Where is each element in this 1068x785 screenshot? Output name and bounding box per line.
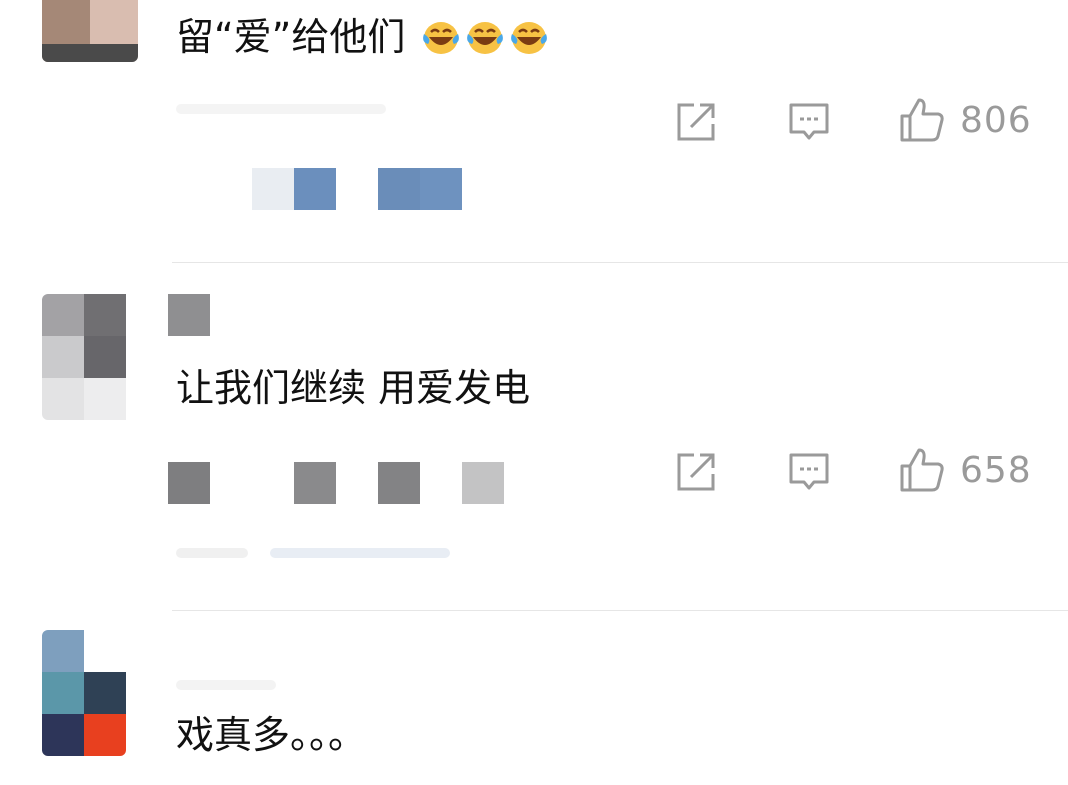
redacted-block: [294, 462, 336, 504]
laughing-tears-icon: [467, 22, 504, 54]
laughing-tears-icon: [423, 22, 460, 54]
comment-text: 戏真多。。。: [176, 713, 367, 757]
thumbs-up-icon: [900, 98, 944, 142]
redacted-block: [462, 462, 504, 504]
share-button[interactable]: [674, 100, 718, 144]
like-button[interactable]: 806: [898, 96, 1032, 144]
redacted-block: [378, 462, 420, 504]
laughing-tears-icon: [511, 22, 548, 54]
like-button[interactable]: 658: [898, 446, 1032, 494]
like-count: 806: [960, 99, 1032, 141]
blurred-meta: [176, 548, 248, 558]
redacted-block: [378, 168, 420, 210]
reply-button[interactable]: [787, 101, 831, 143]
divider: [172, 262, 1068, 263]
avatar[interactable]: [42, 294, 138, 420]
blurred-meta: [176, 104, 386, 114]
thumbs-up-icon: [900, 448, 944, 492]
divider: [172, 610, 1068, 611]
comment-bubble-icon: [789, 103, 829, 140]
comment-text: 留“爱”给他们: [176, 14, 549, 60]
share-button[interactable]: [674, 450, 718, 494]
redacted-username: [168, 294, 210, 336]
blurred-meta: [176, 680, 276, 690]
redacted-block: [420, 168, 462, 210]
redacted-block: [252, 168, 294, 210]
redacted-block: [168, 462, 210, 504]
comment-body: 留“爱”给他们: [176, 15, 406, 59]
emoji-group: [405, 15, 549, 59]
avatar[interactable]: [42, 630, 126, 756]
share-icon: [677, 103, 715, 141]
share-icon: [677, 453, 715, 491]
avatar[interactable]: [42, 0, 138, 62]
comment-text: 让我们继续 用爱发电: [176, 366, 531, 410]
like-count: 658: [960, 449, 1032, 491]
comment-bubble-icon: [789, 453, 829, 490]
blurred-link: [270, 548, 450, 558]
redacted-block: [294, 168, 336, 210]
reply-button[interactable]: [787, 451, 831, 493]
